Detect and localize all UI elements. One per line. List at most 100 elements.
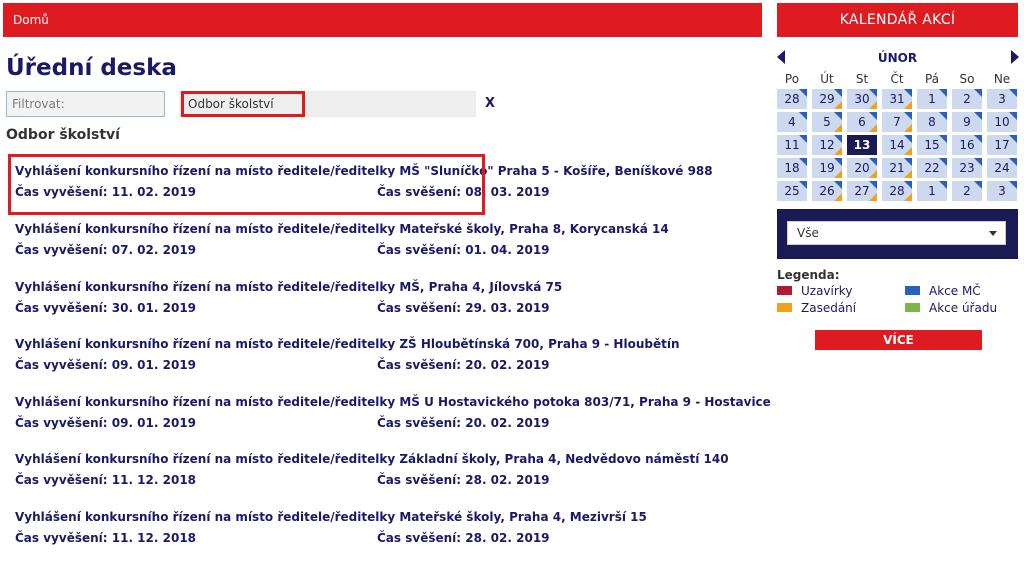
event-marker-blue-icon [939,89,947,97]
event-marker-orange-icon [904,101,912,109]
notice-title-link[interactable]: Vyhlášení konkursního řízení na místo ře… [15,510,647,524]
event-marker-orange-icon [904,147,912,155]
calendar-day-number: 27 [854,184,870,198]
calendar-day-number: 22 [924,161,940,175]
notice-title-link[interactable]: Vyhlášení konkursního řízení na místo ře… [15,395,771,409]
calendar-day[interactable]: 9 [952,112,982,132]
event-marker-blue-icon [834,181,842,189]
event-type-select-value: Vše [797,226,819,240]
calendar-day[interactable]: 8 [917,112,947,132]
notice-posted-date: Čas vyvěšení: 09. 01. 2019 [15,416,197,430]
notice-removed-date: Čas svěšení: 29. 03. 2019 [377,301,550,315]
calendar-day[interactable]: 27 [847,181,877,201]
calendar-day-number: 3 [998,184,1006,198]
calendar-day[interactable]: 31 [882,89,912,109]
calendar-day[interactable]: 24 [987,158,1017,178]
legend-label: Uzavírky [801,284,853,298]
department-select-value-box[interactable]: Odbor školství [181,91,305,117]
calendar-day[interactable]: 3 [987,89,1017,109]
event-marker-blue-icon [939,158,947,166]
calendar-day[interactable]: 23 [952,158,982,178]
event-type-select[interactable]: Vše [787,221,1006,245]
calendar-day[interactable]: 2 [952,89,982,109]
legend-label: Zasedání [801,301,857,315]
event-marker-blue-icon [869,112,877,120]
notice-posted-date: Čas vyvěšení: 11. 12. 2018 [15,531,197,545]
event-marker-orange-icon [869,101,877,109]
calendar-day-number: 8 [928,115,936,129]
calendar-day-number: 30 [854,92,870,106]
calendar-day-number: 1 [928,92,936,106]
notice-title-link[interactable]: Vyhlášení konkursního řízení na místo ře… [15,452,729,466]
next-month-arrow-icon[interactable] [1011,50,1019,64]
weekday-label: Út [820,72,834,86]
event-marker-blue-icon [974,158,982,166]
event-marker-orange-icon [834,147,842,155]
calendar-day[interactable]: 19 [812,158,842,178]
event-marker-orange-icon [834,193,842,201]
filter-input[interactable]: Filtrovat: [6,91,165,117]
event-marker-blue-icon [1009,89,1017,97]
calendar-day[interactable]: 21 [882,158,912,178]
calendar-day[interactable]: 17 [987,135,1017,155]
calendar-day-number: 3 [998,92,1006,106]
calendar-day-number: 23 [959,161,975,175]
calendar-day[interactable]: 1 [917,181,947,201]
calendar-day[interactable]: 18 [777,158,807,178]
event-marker-orange-icon [834,170,842,178]
calendar-day[interactable]: 26 [812,181,842,201]
department-select[interactable]: Odbor školství [179,91,476,117]
notice-title-link[interactable]: Vyhlášení konkursního řízení na místo ře… [15,337,680,351]
event-marker-blue-icon [974,112,982,120]
event-marker-blue-icon [834,89,842,97]
notice-title-link[interactable]: Vyhlášení konkursního řízení na místo ře… [15,280,562,294]
notice-item[interactable]: Vyhlášení konkursního řízení na místo ře… [15,510,715,556]
calendar-day[interactable]: 28 [882,181,912,201]
calendar-day[interactable]: 7 [882,112,912,132]
event-marker-blue-icon [974,135,982,143]
calendar-day[interactable]: 6 [847,112,877,132]
calendar-day[interactable]: 30 [847,89,877,109]
legend-swatch [777,286,792,295]
more-button[interactable]: VÍCE [815,330,982,350]
notice-posted-date: Čas vyvěšení: 07. 02. 2019 [15,243,197,257]
notice-item[interactable]: Vyhlášení konkursního řízení na místo ře… [15,395,771,441]
event-marker-orange-icon [834,124,842,132]
calendar-day[interactable]: 20 [847,158,877,178]
calendar-day[interactable]: 11 [777,135,807,155]
notice-removed-date: Čas svěšení: 28. 02. 2019 [377,473,550,487]
notice-title-link[interactable]: Vyhlášení konkursního řízení na místo ře… [15,222,669,236]
legend-title: Legenda: [777,268,840,282]
calendar-day[interactable]: 25 [777,181,807,201]
event-marker-blue-icon [799,89,807,97]
calendar-day[interactable]: 5 [812,112,842,132]
calendar-day[interactable]: 14 [882,135,912,155]
event-marker-blue-icon [799,112,807,120]
calendar-day[interactable]: 1 [917,89,947,109]
calendar-day[interactable]: 16 [952,135,982,155]
breadcrumb-home-link[interactable]: Domů [13,13,49,27]
calendar-day-number: 25 [784,184,800,198]
weekday-label: Čt [890,72,904,86]
notice-item[interactable]: Vyhlášení konkursního řízení na místo ře… [15,452,729,498]
notice-item[interactable]: Vyhlášení konkursního řízení na místo ře… [15,222,715,268]
calendar-day-number: 13 [853,138,871,152]
calendar-day[interactable]: 15 [917,135,947,155]
notice-item[interactable]: Vyhlášení konkursního řízení na místo ře… [15,337,715,383]
calendar-day[interactable]: 12 [812,135,842,155]
calendar-day-number: 21 [889,161,905,175]
legend-label: Akce MČ [929,284,981,298]
calendar-day[interactable]: 3 [987,181,1017,201]
calendar-day[interactable]: 28 [777,89,807,109]
notice-item[interactable]: Vyhlášení konkursního řízení na místo ře… [15,280,715,326]
calendar-day-number: 16 [959,138,975,152]
calendar-day[interactable]: 2 [952,181,982,201]
calendar-day-today[interactable]: 13 [847,135,877,155]
calendar-day[interactable]: 10 [987,112,1017,132]
calendar-day[interactable]: 29 [812,89,842,109]
calendar-day[interactable]: 4 [777,112,807,132]
event-marker-blue-icon [799,181,807,189]
clear-filter-button[interactable]: X [485,96,495,111]
calendar-day[interactable]: 22 [917,158,947,178]
calendar-day-number: 19 [819,161,835,175]
